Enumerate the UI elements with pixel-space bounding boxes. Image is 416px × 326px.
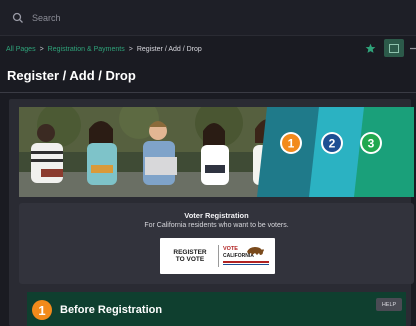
breadcrumb-link-registration-payments[interactable]: Registration & Payments [48,46,125,53]
page-title: Register / Add / Drop [7,68,136,83]
registration-banner-image: 1 2 3 [19,107,414,197]
search-bar[interactable] [0,0,416,36]
help-button[interactable]: HELP [376,298,402,311]
california-bear-icon [247,247,264,255]
logo-stripe-red [223,261,269,263]
voter-registration-subtitle: For California residents who want to be … [144,222,289,229]
more-icon[interactable] [410,46,416,50]
layout-icon [389,43,399,53]
vote-california-logo: VOTE CALIFORNIA [223,243,269,269]
section-title: Before Registration [60,304,163,316]
breadcrumb-current: Register / Add / Drop [136,45,202,53]
register-to-vote-button[interactable]: REGISTER TO VOTE VOTE CALIFORNIA [160,238,275,274]
step-2-number: 2 [329,137,336,151]
title-divider [0,92,416,93]
logo-stripe-blue [223,264,269,265]
breadcrumb-link-all-pages[interactable]: All Pages [6,46,36,53]
button-divider [218,245,219,267]
voter-registration-title: Voter Registration [184,211,249,220]
register-to-vote-label: REGISTER TO VOTE [166,249,214,263]
search-icon [12,12,23,23]
register-label-line1: REGISTER [173,249,207,256]
before-registration-section[interactable]: 1 Before Registration HELP [27,292,406,326]
breadcrumb-separator: > [39,45,44,53]
register-label-line2: TO VOTE [175,256,205,263]
breadcrumb: All Pages > Registration & Payments > Re… [0,38,416,60]
breadcrumb-separator: > [128,45,133,53]
step-3-number: 3 [368,137,375,151]
step-number-badge: 1 [32,300,52,320]
step-1-number: 1 [288,137,295,151]
star-icon[interactable] [365,43,376,54]
vote-text: VOTE [223,246,238,252]
voter-registration-card: Voter Registration For California reside… [19,203,414,284]
page-action-button[interactable] [384,39,404,57]
search-input[interactable] [32,12,332,23]
